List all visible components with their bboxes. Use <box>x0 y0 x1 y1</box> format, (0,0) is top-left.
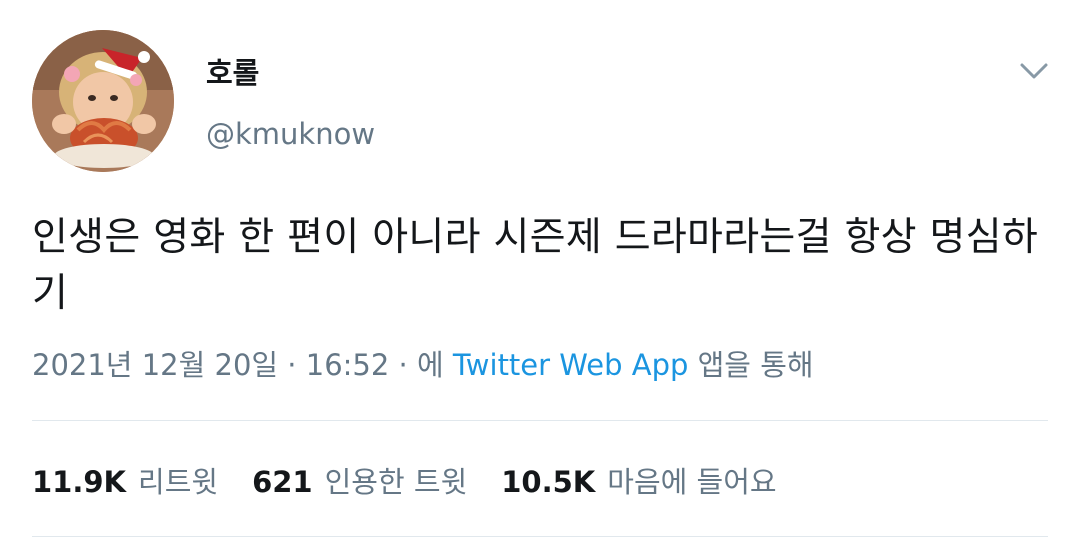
tweet-metadata: 2021년 12월 20일 · 16:52 · 에 Twitter Web Ap… <box>32 345 814 385</box>
chevron-down-icon <box>1020 63 1048 79</box>
display-name[interactable]: 호롤 <box>206 56 259 90</box>
retweet-label: 리트윗 <box>138 465 219 499</box>
retweet-count: 11.9K <box>32 465 127 499</box>
tweet-text: 인생은 영화 한 편이 아니라 시즌제 드라마라는걸 항상 명심하기 <box>32 215 1039 316</box>
like-count: 10.5K <box>501 465 596 499</box>
tweet-detail: 호롤 @kmuknow 인생은 영화 한 편이 아니라 시즌제 드라마라는걸 항… <box>0 0 1080 539</box>
like-label: 마음에 들어요 <box>607 465 777 499</box>
timestamp[interactable]: 2021년 12월 20일 · 16:52 · 에 <box>32 348 444 382</box>
likes-stat[interactable]: 10.5K 마음에 들어요 <box>501 459 776 501</box>
divider <box>32 420 1048 421</box>
quotes-stat[interactable]: 621 인용한 트윗 <box>252 459 467 501</box>
more-options-button[interactable] <box>1014 54 1054 88</box>
source-link[interactable]: Twitter Web App <box>453 348 689 382</box>
quote-label: 인용한 트윗 <box>324 465 468 499</box>
retweets-stat[interactable]: 11.9K 리트윗 <box>32 459 218 501</box>
engagement-stats: 11.9K 리트윗 621 인용한 트윗 10.5K 마음에 들어요 <box>32 460 811 500</box>
user-handle[interactable]: @kmuknow <box>206 117 375 151</box>
quote-count: 621 <box>252 465 313 499</box>
avatar-image <box>32 30 174 172</box>
avatar[interactable] <box>32 30 174 172</box>
divider <box>32 536 1048 537</box>
source-suffix: 앱을 통해 <box>697 348 814 382</box>
